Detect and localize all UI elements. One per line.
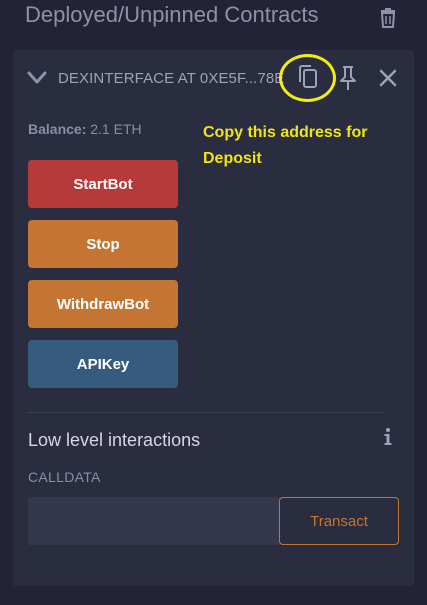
copy-highlight-circle xyxy=(279,54,336,102)
pin-icon[interactable] xyxy=(337,65,359,91)
stop-button[interactable]: Stop xyxy=(28,220,178,268)
contract-panel: DEXINTERFACE AT 0XE5F...78E Balance: 2.1… xyxy=(13,50,414,586)
calldata-input[interactable] xyxy=(28,497,280,545)
contract-header: DEXINTERFACE AT 0XE5F...78E xyxy=(13,50,414,106)
apikey-button[interactable]: APIKey xyxy=(28,340,178,388)
balance-label: Balance: xyxy=(28,121,87,137)
balance-value: 2.1 ETH xyxy=(90,121,142,137)
startbot-button[interactable]: StartBot xyxy=(28,160,178,208)
trash-icon[interactable] xyxy=(377,7,399,29)
transact-button[interactable]: Transact xyxy=(279,497,399,545)
info-icon[interactable] xyxy=(381,427,395,447)
copy-address-annotation: Copy this address for Deposit xyxy=(203,124,368,167)
chevron-down-icon[interactable] xyxy=(26,68,48,88)
low-level-interactions-title: Low level interactions xyxy=(28,430,201,450)
divider xyxy=(28,412,384,413)
balance: Balance: 2.1 ETH xyxy=(28,121,142,137)
withdrawbot-button[interactable]: WithdrawBot xyxy=(28,280,178,328)
calldata-label: CALLDATA xyxy=(28,469,101,485)
close-icon[interactable] xyxy=(378,68,398,88)
contract-address-label[interactable]: DEXINTERFACE AT 0XE5F...78E xyxy=(58,70,284,87)
section-title: Deployed/Unpinned Contracts xyxy=(25,2,319,27)
